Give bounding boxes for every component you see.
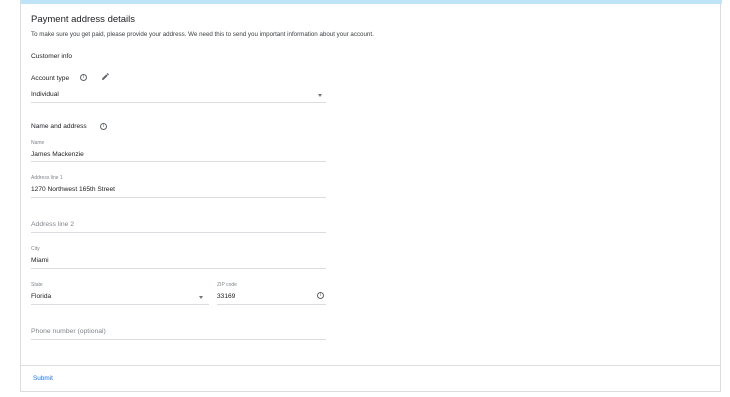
name-field-label: Name xyxy=(31,140,45,146)
name-field[interactable]: James Mackenzie xyxy=(31,151,84,158)
customer-info-heading: Customer info xyxy=(31,53,73,60)
address-line2-underline xyxy=(31,232,326,233)
top-accent-bar xyxy=(21,0,722,4)
zip-info-icon[interactable]: i xyxy=(317,292,324,299)
state-chevron-down-icon[interactable] xyxy=(199,296,203,299)
state-select[interactable]: Florida xyxy=(31,293,51,300)
address-line1-underline xyxy=(31,197,326,198)
account-type-edit-pencil-icon[interactable] xyxy=(101,72,110,81)
phone-number-underline xyxy=(31,339,326,340)
account-type-underline xyxy=(31,102,326,103)
phone-number-field[interactable]: Phone number (optional) xyxy=(31,328,106,335)
payment-address-card: Payment address details To make sure you… xyxy=(20,0,722,392)
account-type-info-icon[interactable]: i xyxy=(80,74,87,81)
state-field-label: State xyxy=(31,282,43,288)
city-field-label: City xyxy=(31,246,40,252)
account-type-label: Account type xyxy=(31,75,70,82)
zip-field-underline xyxy=(217,304,326,305)
zip-field[interactable]: 33169 xyxy=(217,293,235,300)
account-type-chevron-down-icon[interactable] xyxy=(318,94,322,97)
state-field-underline xyxy=(31,304,209,305)
address-line1-field[interactable]: 1270 Northwest 165th Street xyxy=(31,186,115,193)
page-description: To make sure you get paid, please provid… xyxy=(31,31,374,38)
city-field[interactable]: Miami xyxy=(31,257,49,264)
zip-field-label: ZIP code xyxy=(217,282,237,288)
account-type-select[interactable]: Individual xyxy=(31,91,59,98)
name-address-heading: Name and address xyxy=(31,123,87,130)
page-title: Payment address details xyxy=(31,14,136,25)
submit-button[interactable]: Submit xyxy=(33,375,53,382)
city-field-underline xyxy=(31,268,326,269)
address-line2-field[interactable]: Address line 2 xyxy=(31,221,74,228)
address-line1-label: Address line 1 xyxy=(31,175,63,181)
footer-divider xyxy=(21,365,720,366)
name-address-info-icon[interactable]: i xyxy=(100,123,107,130)
name-field-underline xyxy=(31,161,326,162)
